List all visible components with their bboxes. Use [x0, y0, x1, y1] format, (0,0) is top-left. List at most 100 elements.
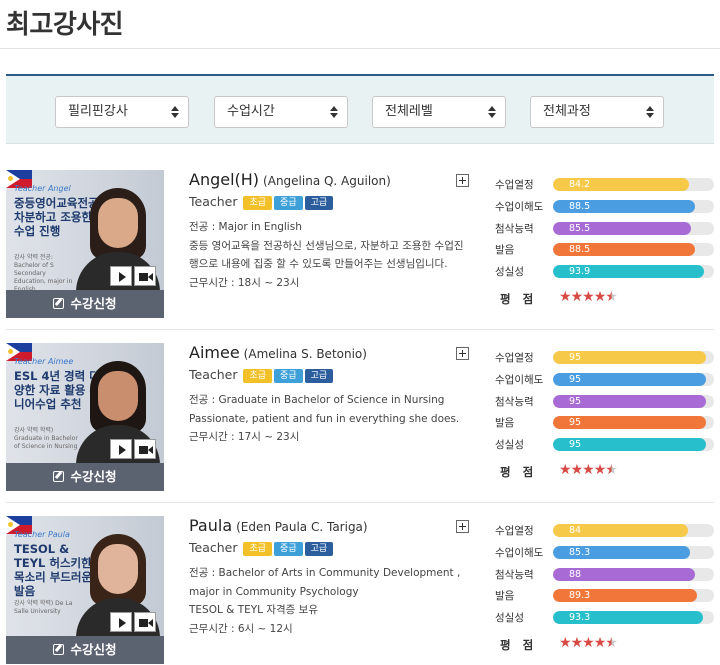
stat-label: 성실성: [495, 439, 524, 452]
star-icon: ★: [559, 461, 572, 478]
thumbnail-info: 강사 약력 학력) De La Salle University: [14, 600, 73, 615]
teacher-thumbnail[interactable]: Teacher Aimee ESL 4년 경력 다양한 자료 활용 주니어수업 추…: [6, 343, 164, 491]
stat-label: 첨삭능력: [495, 222, 534, 235]
teacher-intro: Passionate, patient and fun in everythin…: [189, 412, 460, 425]
rating-label: 평 점: [500, 291, 538, 306]
stat-value: 95: [569, 373, 582, 385]
stat-row: 수업열정 84: [495, 522, 714, 544]
teacher-intro: TESOL & TEYL 자격증 보유: [189, 604, 318, 616]
teacher-name[interactable]: Paula: [189, 516, 232, 535]
level-badge: 고급: [304, 369, 334, 383]
page-title: 최고강사진: [6, 10, 124, 40]
level-badge: 초급: [243, 369, 273, 383]
select-arrows-icon: [171, 106, 179, 118]
stat-label: 발음: [495, 417, 515, 430]
teacher-stats: 수업열정 84.2 수업이해도 88.5 첨삭능력 85.5 발음 88.5 성실성 93.9 평 …: [495, 176, 714, 311]
video-buttons: [110, 439, 156, 459]
rating-label: 평 점: [500, 464, 538, 479]
teacher-role-line: Teacher 초급 중급 고급: [189, 194, 479, 214]
select-arrows-icon: [488, 106, 496, 118]
star-icon: ★: [582, 634, 595, 651]
add-favorite-plus-icon[interactable]: [456, 347, 469, 360]
stat-label: 수업이해도: [495, 373, 544, 386]
teacher-hours: 근무시간 : 17시 ~ 23시: [189, 431, 300, 443]
stat-label: 수업이해도: [495, 546, 544, 559]
teacher-major: 전공 : Bachelor of Arts in Community Devel…: [189, 567, 461, 598]
teacher-full-name: (Angelina Q. Aguilon): [263, 174, 391, 188]
stat-label: 수업열정: [495, 352, 534, 364]
stat-label: 성실성: [495, 612, 524, 625]
filter-class-time[interactable]: 수업시간: [214, 96, 348, 128]
enroll-button[interactable]: 수강신청: [6, 290, 164, 318]
video-buttons: [110, 266, 156, 286]
stat-value: 95: [569, 439, 582, 451]
rating-stars: ★★★★★: [559, 288, 618, 305]
play-icon[interactable]: [110, 612, 132, 632]
filter-bar: 필리핀강사 수업시간 전체레벨 전체과정: [6, 74, 714, 144]
title-divider: [0, 48, 720, 49]
filter-level[interactable]: 전체레벨: [372, 96, 506, 128]
card-divider: [6, 329, 714, 330]
stat-value: 84.2: [569, 179, 591, 190]
thumbnail-teacher-name: Teacher Aimee: [14, 357, 74, 366]
stat-row: 발음 89.3: [495, 587, 714, 609]
rating-row: 평 점 ★★★★★: [495, 633, 714, 657]
enroll-button[interactable]: 수강신청: [6, 636, 164, 664]
teacher-stats: 수업열정 95 수업이해도 95 첨삭능력 95 발음 95 성실성 95 평 점 ★★★★★: [495, 349, 714, 484]
enroll-label: 수강신청: [70, 642, 117, 657]
teacher-role: Teacher: [189, 194, 238, 209]
add-favorite-plus-icon[interactable]: [456, 174, 469, 187]
teacher-card: Teacher Paula TESOL & TEYL 허스키한 목소리 부드러운 …: [6, 516, 714, 665]
enroll-label: 수강신청: [70, 296, 117, 311]
stat-value: 85.5: [569, 222, 591, 234]
play-icon[interactable]: [110, 439, 132, 459]
teacher-description: 전공 : Major in English 중등 영어교육을 전공하신 선생님으로…: [189, 218, 471, 292]
filter-teacher-nationality[interactable]: 필리핀강사: [55, 96, 189, 128]
star-icon: ★: [605, 634, 618, 651]
teacher-name-line: Angel(H) (Angelina Q. Aguilon): [189, 170, 479, 192]
stat-row: 성실성 93.3: [495, 609, 714, 631]
card-divider: [6, 502, 714, 503]
rating-row: 평 점 ★★★★★: [495, 287, 714, 311]
stat-row: 발음 95: [495, 414, 714, 436]
filter-course[interactable]: 전체과정: [530, 96, 664, 128]
edit-icon: [53, 471, 65, 482]
teacher-role: Teacher: [189, 540, 238, 555]
thumbnail-teacher-name: Teacher Paula: [14, 530, 70, 539]
stat-row: 첨삭능력 88: [495, 566, 714, 588]
stat-label: 성실성: [495, 266, 524, 279]
teacher-info: Aimee (Amelina S. Betonio) Teacher 초급 중급 고급 전…: [189, 343, 479, 447]
stat-label: 발음: [495, 590, 515, 603]
star-icon: ★: [570, 288, 584, 305]
stat-row: 첨삭능력 85.5: [495, 220, 714, 242]
stat-value: 93.3: [569, 612, 591, 624]
teacher-stats: 수업열정 84 수업이해도 85.3 첨삭능력 88 발음 89.3 성실성 93.3 평 점 ★★★…: [495, 522, 714, 657]
enroll-button[interactable]: 수강신청: [6, 463, 164, 491]
stat-label: 발음: [495, 244, 515, 257]
stat-row: 수업열정 95: [495, 349, 714, 371]
video-camera-icon[interactable]: [134, 612, 156, 632]
video-camera-icon[interactable]: [134, 266, 156, 286]
stat-value: 95: [569, 395, 582, 407]
thumbnail-info: 강사 약력 전공: Bachelor of S Secondary Educat…: [14, 254, 73, 293]
teacher-name[interactable]: Angel(H): [189, 170, 259, 189]
edit-icon: [53, 298, 65, 309]
stat-label: 수업열정: [495, 525, 534, 537]
star-icon: ★: [570, 634, 584, 651]
stat-row: 수업이해도 85.3: [495, 544, 714, 566]
level-badge: 고급: [304, 542, 334, 556]
stat-row: 발음 88.5: [495, 241, 714, 263]
teacher-thumbnail[interactable]: Teacher Angel 중등영어교육전공 차분하고 조용한 수업 진행 강사 약…: [6, 170, 164, 318]
stat-value: 89.3: [569, 590, 591, 602]
teacher-name[interactable]: Aimee: [189, 343, 240, 362]
stat-label: 첨삭능력: [495, 395, 534, 408]
teacher-full-name: (Eden Paula C. Tariga): [236, 520, 368, 534]
teacher-thumbnail[interactable]: Teacher Paula TESOL & TEYL 허스키한 목소리 부드러운 …: [6, 516, 164, 664]
stat-value: 95: [569, 417, 582, 429]
add-favorite-plus-icon[interactable]: [456, 520, 469, 533]
stat-row: 성실성 95: [495, 436, 714, 458]
play-icon[interactable]: [110, 266, 132, 286]
video-camera-icon[interactable]: [134, 439, 156, 459]
rating-row: 평 점 ★★★★★: [495, 460, 714, 484]
filter-label: 전체과정: [543, 104, 591, 119]
